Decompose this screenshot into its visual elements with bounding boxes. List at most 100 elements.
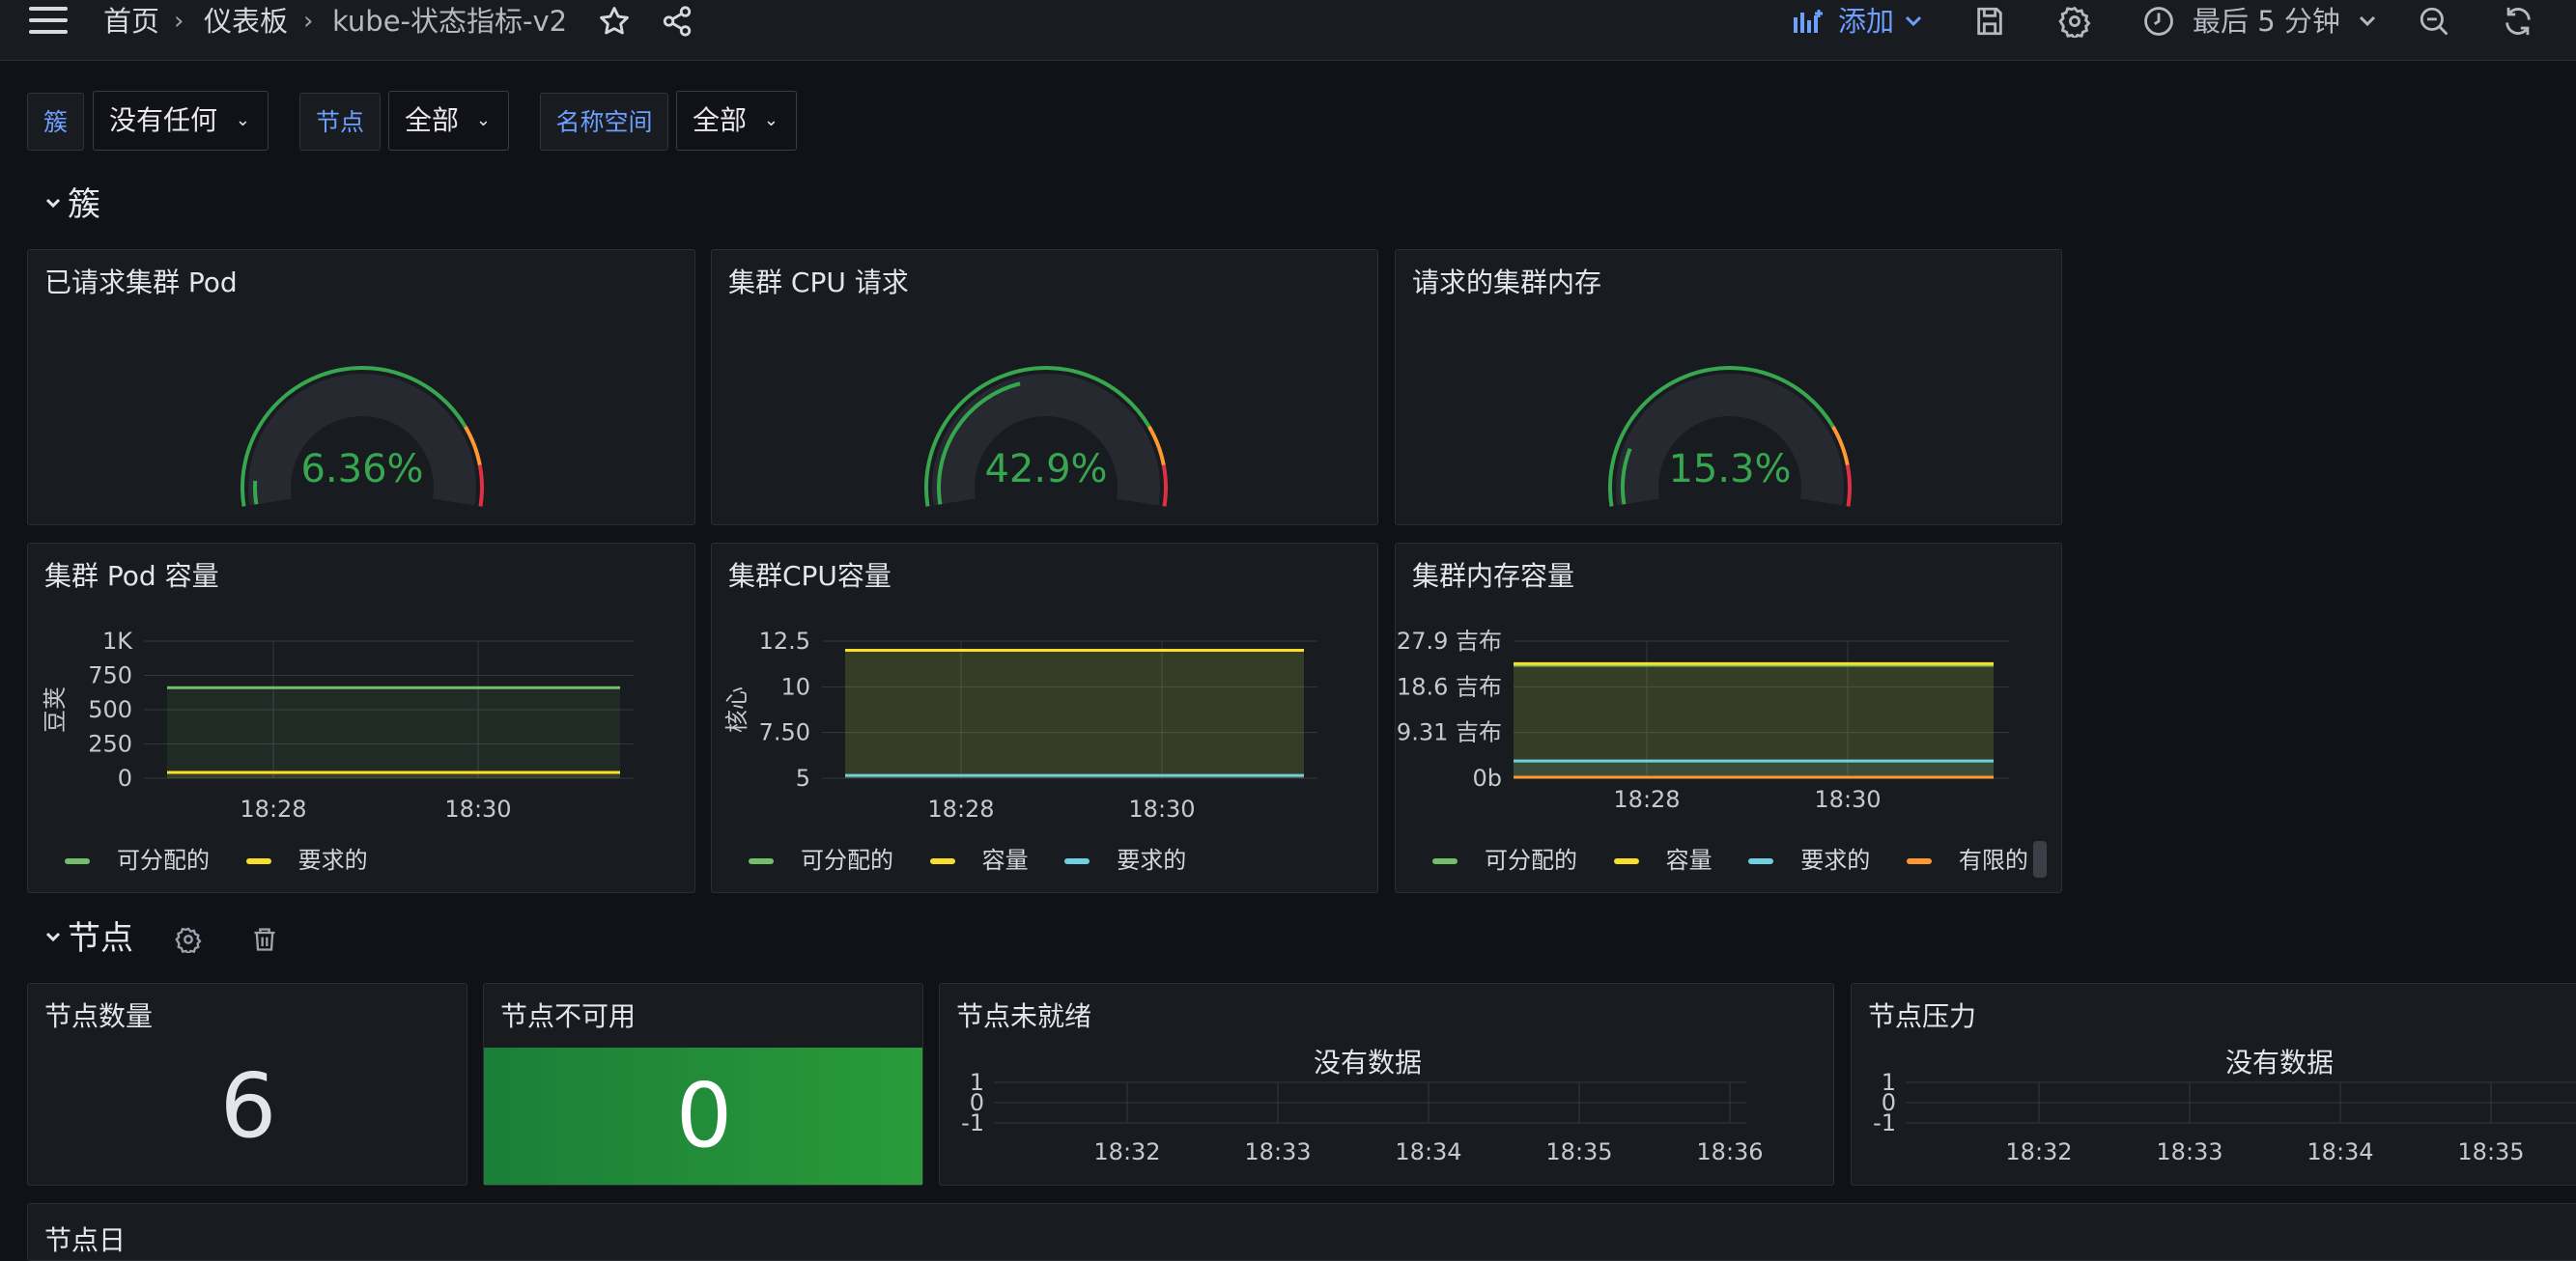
stat-value: 0: [675, 1064, 733, 1167]
star-icon[interactable]: [598, 5, 631, 42]
chevron-down-icon: [44, 925, 62, 954]
breadcrumb-separator: ›: [174, 7, 184, 36]
y-tick-label: 0b: [1472, 765, 1502, 792]
row-settings-icon[interactable]: [175, 926, 202, 957]
breadcrumb-dashboards[interactable]: 仪表板: [204, 0, 288, 42]
legend-swatch: [1432, 858, 1458, 864]
legend-item[interactable]: 有限的: [1906, 841, 2028, 875]
chart-legend: 可分配的 容量 要求的: [749, 841, 1215, 875]
timeseries-panel-node-pressure: 节点压力 没有数据 1 0 -1 18:32 18:33 18:34 18:35: [1851, 983, 2576, 1186]
save-icon[interactable]: [1973, 5, 2006, 42]
stat-panel-node-unavailable: 节点不可用 0: [483, 983, 923, 1186]
gauge-value: 6.36%: [300, 447, 424, 491]
series-area: [845, 650, 1304, 778]
chevron-down-icon: ⌄: [475, 110, 491, 130]
variable-namespace-select[interactable]: 全部 ⌄: [676, 91, 797, 151]
y-axis-label: 核心: [723, 687, 750, 733]
panel-title: 节点数量: [44, 1000, 154, 1032]
variable-namespace-value: 全部: [693, 104, 748, 136]
row-cluster-toggle[interactable]: 簇: [44, 183, 122, 226]
share-icon[interactable]: [661, 5, 694, 42]
row-nodes-toggle[interactable]: 节点: [44, 917, 141, 960]
legend-swatch: [929, 858, 955, 864]
top-bar: 首页 › 仪表板 › kube-状态指标-v2 添加 最后 5 分钟: [0, 0, 2576, 61]
time-range-label: 最后 5 分钟: [2193, 5, 2340, 38]
gauge-value: 42.9%: [984, 447, 1108, 491]
legend-item[interactable]: 可分配的: [749, 841, 893, 875]
variable-node-value: 全部: [405, 104, 460, 136]
chart-legend: 可分配的 要求的: [65, 841, 397, 875]
legend-item[interactable]: 要求的: [245, 841, 368, 875]
y-tick-label: 0: [118, 765, 132, 792]
legend-swatch: [65, 858, 90, 864]
y-tick-label: 10: [780, 673, 810, 700]
legend-item[interactable]: 可分配的: [1432, 841, 1577, 875]
legend-item[interactable]: 可分配的: [65, 841, 210, 875]
zoom-out-icon[interactable]: [2418, 5, 2450, 42]
legend-item[interactable]: 要求的: [1748, 841, 1870, 875]
legend-item[interactable]: 容量: [1613, 841, 1713, 875]
legend-swatch: [749, 858, 774, 864]
breadcrumb-home[interactable]: 首页: [103, 0, 159, 42]
no-data-label: 没有数据: [2225, 1047, 2334, 1079]
y-tick-label: 5: [796, 765, 810, 792]
timeseries-panel-node-not-ready: 节点未就绪 没有数据 1 0 -1 18:32 18:33 18:34 18:35 18:36: [939, 983, 1834, 1186]
x-tick-label: 18:28: [1613, 786, 1680, 813]
legend-item[interactable]: 容量: [929, 841, 1029, 875]
x-tick-label: 18:30: [1814, 786, 1881, 813]
trash-icon[interactable]: [251, 926, 278, 957]
clock-icon: [2142, 5, 2175, 42]
legend-label: 要求的: [297, 847, 368, 874]
gear-icon[interactable]: [2058, 5, 2091, 42]
x-tick-label: 18:33: [2156, 1138, 2222, 1165]
x-tick-label: 18:28: [927, 796, 994, 823]
legend-label: 要求的: [1800, 847, 1871, 874]
x-tick-label: 18:32: [2005, 1138, 2072, 1165]
x-tick-label: 18:28: [240, 796, 306, 823]
chevron-down-icon: [44, 191, 62, 220]
y-tick-label: 7.50: [759, 719, 810, 746]
legend-label: 可分配的: [117, 847, 210, 874]
add-panel-button[interactable]: 添加: [1792, 0, 1927, 42]
time-range-picker[interactable]: 最后 5 分钟: [2142, 0, 2376, 42]
gauge-panel-pods: 已请求集群 Pod 6.36%: [27, 249, 695, 525]
timeseries-chart: 27.9 吉布 18.6 吉布 9.31 吉布 0b 18:28 18:30: [1397, 628, 2009, 813]
y-tick-label: -1: [1873, 1109, 1896, 1136]
menu-icon[interactable]: [29, 6, 70, 37]
chart-legend: 可分配的 容量 要求的 有限的: [1432, 841, 2057, 875]
y-tick-label: 27.9 吉布: [1397, 628, 1502, 655]
breadcrumb-dashboard-title: kube-状态指标-v2: [332, 5, 568, 38]
timeseries-panel-memory-capacity: 集群内存容量 27.9 吉布 18.6 吉布 9.31 吉布 0b 18:28 18:30…: [1395, 543, 2062, 893]
breadcrumb-separator: ›: [303, 7, 314, 36]
timeseries-chart: 12.5 10 7.50 5 18:28 18:30 核心: [723, 628, 1317, 823]
x-tick-label: 18:34: [2307, 1138, 2373, 1165]
legend-swatch: [1748, 858, 1774, 864]
legend-label: 容量: [981, 847, 1029, 874]
legend-scrollbar[interactable]: [2033, 841, 2047, 878]
nodata-chart: 没有数据10-118:32 18:33 18:34 18:35: [1873, 1047, 2576, 1165]
refresh-icon[interactable]: [2502, 5, 2534, 42]
panel-title: 节点不可用: [500, 1000, 637, 1032]
legend-swatch: [1613, 858, 1639, 864]
legend-swatch: [1906, 858, 1932, 864]
x-tick-label: 18:35: [1545, 1138, 1612, 1165]
gauge-panel-cpu: 集群 CPU 请求 42.9%: [711, 249, 1378, 525]
variable-node-select[interactable]: 全部 ⌄: [388, 91, 509, 151]
x-tick-label: 18:30: [1128, 796, 1195, 823]
legend-item[interactable]: 要求的: [1064, 841, 1186, 875]
x-tick-label: 18:34: [1395, 1138, 1461, 1165]
chevron-down-icon: [1903, 6, 1924, 39]
timeseries-chart: 1K 750 500 250 0 18:28 18:30 豆荚: [42, 628, 634, 823]
stat-panel-node-count: 节点数量 6: [27, 983, 467, 1186]
legend-label: 有限的: [1958, 847, 2028, 874]
variable-cluster-select[interactable]: 没有任何 ⌄: [93, 91, 269, 151]
legend-label: 容量: [1665, 847, 1713, 874]
row-cluster-title: 簇: [68, 185, 100, 224]
y-tick-label: 12.5: [759, 628, 810, 655]
timeseries-panel-pod-capacity: 集群 Pod 容量 1K 750 500 250 0 18:28 18:30 豆荚 可分配的 …: [27, 543, 695, 893]
variable-node-label: 节点: [299, 93, 381, 151]
x-tick-label: 18:33: [1244, 1138, 1311, 1165]
no-data-label: 没有数据: [1314, 1047, 1422, 1079]
chevron-down-icon: ⌄: [763, 110, 778, 130]
y-tick-label: -1: [961, 1109, 984, 1136]
